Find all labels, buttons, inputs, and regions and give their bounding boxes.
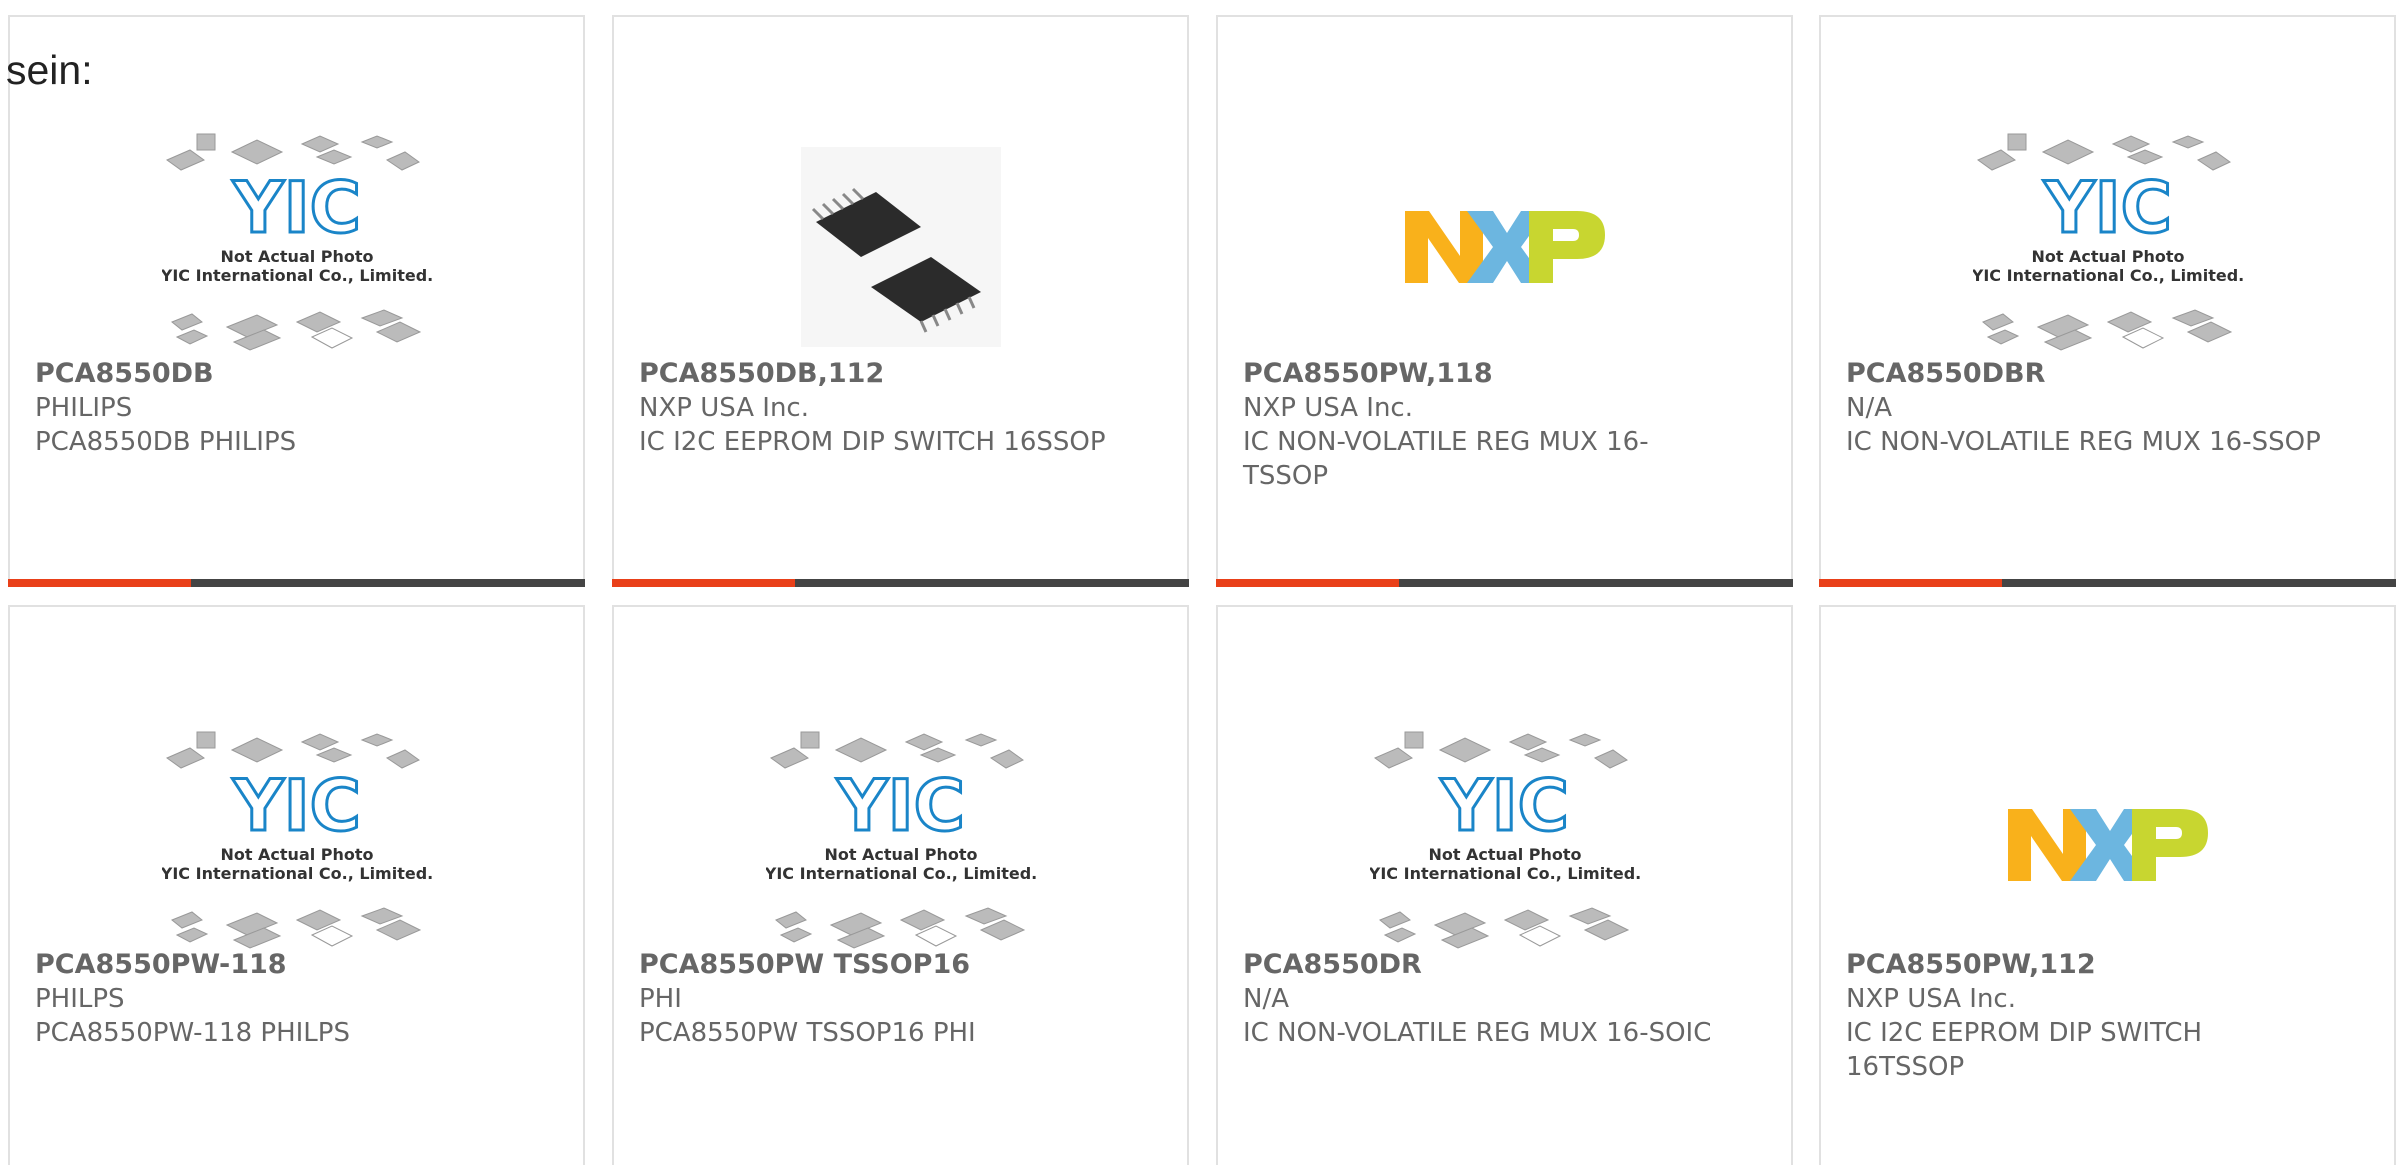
yic-placeholder-image: YIC Not Actual Photo YIC International C… [162,133,432,351]
description: IC I2C EEPROM DIP SWITCH 16SSOP [639,427,1106,457]
manufacturer: PHILPS [35,984,125,1014]
nxp-logo-icon [2007,809,2208,881]
product-card[interactable]: PCA8550PW,112 NXP USA Inc. IC I2C EEPROM… [1819,605,2396,1165]
part-number[interactable]: PCA8550DBR [1846,357,2369,391]
part-number[interactable]: PCA8550PW TSSOP16 [639,948,1162,982]
description: IC NON-VOLATILE REG MUX 16-SSOP [1846,427,2321,457]
intro-text: sein: [6,47,93,93]
yic-logo-text: YIC [231,167,360,249]
product-card[interactable]: YIC Not Actual Photo YIC International C… [8,15,585,587]
manufacturer: N/A [1243,984,1289,1014]
yic-logo-text: YIC [231,765,360,847]
card-bottom-bar [612,579,1189,587]
yic-placeholder-image: YIC Not Actual Photo YIC International C… [1973,133,2243,351]
placeholder-line1: Not Actual Photo [220,247,373,266]
yic-placeholder-image: YIC Not Actual Photo YIC International C… [1370,731,1640,949]
product-image [1218,97,1791,397]
product-image-placeholder: YIC Not Actual Photo YIC International C… [1821,97,2394,397]
product-card[interactable]: YIC Not Actual Photo YIC International C… [1216,605,1793,1165]
product-card[interactable]: YIC Not Actual Photo YIC International C… [612,605,1189,1165]
yic-logo-text: YIC [1439,765,1568,847]
yic-logo-text: YIC [2042,167,2171,249]
yic-logo-text: YIC [835,765,964,847]
description: PCA8550PW-118 PHILPS [35,1018,350,1048]
yic-placeholder-image: YIC Not Actual Photo YIC International C… [162,731,432,949]
part-number[interactable]: PCA8550DR [1243,948,1766,982]
product-card[interactable]: PCA8550PW,118 NXP USA Inc. IC NON-VOLATI… [1216,15,1793,587]
description: PCA8550DB PHILIPS [35,427,297,457]
manufacturer: N/A [1846,393,1892,423]
description: IC NON-VOLATILE REG MUX 16-SOIC [1243,1018,1712,1048]
manufacturer: PHI [639,984,682,1014]
placeholder-line2: YIC International Co., Limited. [162,864,432,883]
description: IC I2C EEPROM DIP SWITCH 16TSSOP [1846,1018,2203,1082]
card-bottom-bar [1216,579,1793,587]
placeholder-line2: YIC International Co., Limited. [1973,266,2243,285]
part-number[interactable]: PCA8550PW,112 [1846,948,2369,982]
placeholder-line2: YIC International Co., Limited. [766,864,1036,883]
manufacturer: PHILIPS [35,393,133,423]
product-image [614,97,1187,397]
manufacturer: NXP USA Inc. [639,393,809,423]
part-number[interactable]: PCA8550PW-118 [35,948,558,982]
yic-placeholder-image: YIC Not Actual Photo YIC International C… [766,731,1036,949]
product-card[interactable]: PCA8550DB,112 NXP USA Inc. IC I2C EEPROM… [612,15,1189,587]
description: PCA8550PW TSSOP16 PHI [639,1018,976,1048]
ssop-chip-image [800,147,1001,347]
placeholder-line2: YIC International Co., Limited. [162,266,432,285]
card-bottom-bar [1819,579,2396,587]
manufacturer: NXP USA Inc. [1243,393,1413,423]
nxp-logo-icon [1404,211,1605,283]
part-number[interactable]: PCA8550DB [35,357,558,391]
placeholder-line1: Not Actual Photo [1428,845,1581,864]
placeholder-line2: YIC International Co., Limited. [1370,864,1640,883]
part-number[interactable]: PCA8550DB,112 [639,357,1162,391]
description: IC NON-VOLATILE REG MUX 16-TSSOP [1243,427,1649,491]
product-image-placeholder: YIC Not Actual Photo YIC International C… [10,97,583,397]
product-card[interactable]: YIC Not Actual Photo YIC International C… [1819,15,2396,587]
card-bottom-bar [8,579,585,587]
placeholder-line1: Not Actual Photo [2031,247,2184,266]
part-number[interactable]: PCA8550PW,118 [1243,357,1766,391]
product-grid: YIC Not Actual Photo YIC International C… [0,0,2400,1165]
manufacturer: NXP USA Inc. [1846,984,2016,1014]
product-card[interactable]: YIC Not Actual Photo YIC International C… [8,605,585,1165]
placeholder-line1: Not Actual Photo [824,845,977,864]
placeholder-line1: Not Actual Photo [220,845,373,864]
